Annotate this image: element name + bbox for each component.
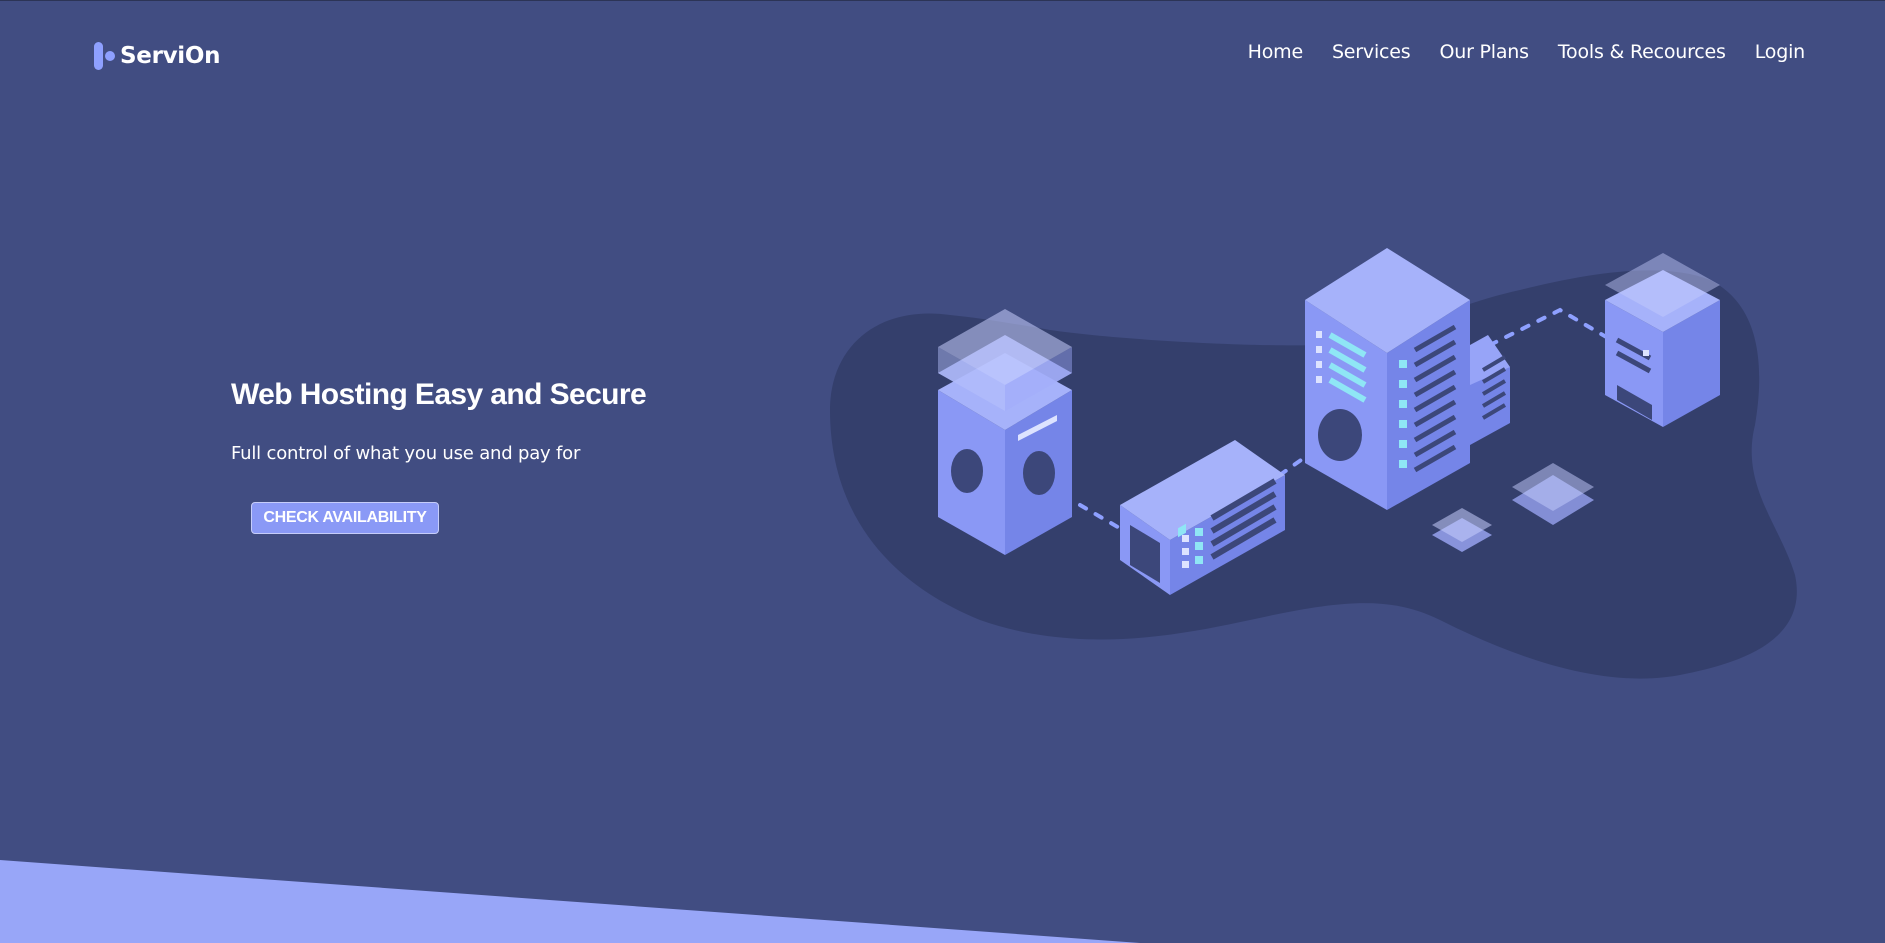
isometric-servers-illustration (830, 248, 1797, 679)
nav-home[interactable]: Home (1248, 38, 1304, 66)
left-server (938, 309, 1072, 555)
nav-tools-resources[interactable]: Tools & Recources (1558, 38, 1726, 66)
right-server (1605, 253, 1720, 427)
top-border (0, 0, 1885, 1)
logo-icon (94, 40, 118, 72)
nav-our-plans[interactable]: Our Plans (1439, 38, 1529, 66)
bottom-diagonal-shape (0, 860, 1140, 943)
logo-text: ServiOn (120, 43, 221, 69)
hero-title: Web Hosting Easy and Secure (231, 378, 647, 411)
hero-subtitle: Full control of what you use and pay for (231, 443, 581, 464)
landing-page: ServiOn Home Services Our Plans Tools & … (0, 0, 1885, 943)
main-nav: Home Services Our Plans Tools & Recource… (1248, 38, 1806, 66)
logo[interactable]: ServiOn (94, 40, 221, 72)
nav-login[interactable]: Login (1755, 38, 1805, 66)
check-availability-button[interactable]: CHECK AVAILABILITY (251, 502, 439, 534)
nav-services[interactable]: Services (1332, 38, 1411, 66)
